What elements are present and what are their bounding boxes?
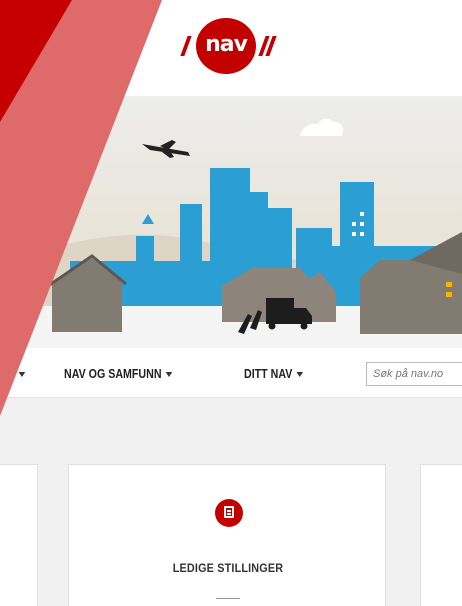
nav-logo[interactable]: nav [176,18,286,74]
main-nav: T NAV OG SAMFUNN DITT NAV [0,352,462,398]
content-area: LEDIGE STILLINGER [0,398,462,606]
nav-item-label: T [8,366,15,381]
cityscape-illustration [0,96,462,348]
site-header: nav [0,0,462,96]
search-input[interactable] [367,363,462,385]
card-title: LEDIGE STILLINGER [172,561,284,575]
nav-item-ditt-nav[interactable]: DITT NAV [244,366,304,381]
nav-item-label: NAV OG SAMFUNN [64,366,162,381]
card-right[interactable] [420,464,462,606]
card-left[interactable] [0,464,38,606]
card-divider [216,598,240,599]
document-icon [215,499,243,527]
nav-item-partial[interactable]: T [8,366,26,381]
logo-slash-left [180,36,192,56]
nav-item-nav-og-samfunn[interactable]: NAV OG SAMFUNN [64,366,173,381]
chevron-down-icon [296,372,304,378]
card-ledige-stillinger[interactable]: LEDIGE STILLINGER [68,464,386,606]
chevron-down-icon [165,372,173,378]
hero-illustration [0,96,462,348]
nav-item-label: DITT NAV [244,366,293,381]
logo-text: nav [205,32,248,57]
search-field[interactable] [366,362,462,386]
chevron-down-icon [18,372,26,378]
